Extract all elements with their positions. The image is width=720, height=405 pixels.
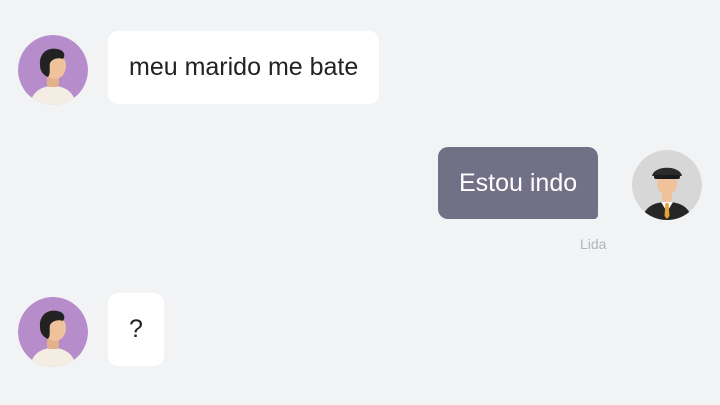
person-avatar-icon bbox=[18, 297, 88, 367]
message-text: ? bbox=[129, 315, 143, 343]
message-bubble-outgoing: Estou indo bbox=[438, 147, 599, 219]
message-bubble-incoming: meu marido me bate bbox=[108, 31, 380, 104]
read-receipt: Lida bbox=[580, 236, 607, 252]
message-text: meu marido me bate bbox=[129, 53, 359, 81]
user-avatar[interactable] bbox=[18, 35, 88, 105]
message-bubble-incoming: ? bbox=[108, 293, 164, 366]
driver-avatar[interactable] bbox=[632, 150, 702, 220]
user-avatar[interactable] bbox=[18, 297, 88, 367]
message-text: Estou indo bbox=[459, 168, 578, 197]
person-avatar-icon bbox=[18, 35, 88, 105]
chauffeur-avatar-icon bbox=[632, 150, 702, 220]
